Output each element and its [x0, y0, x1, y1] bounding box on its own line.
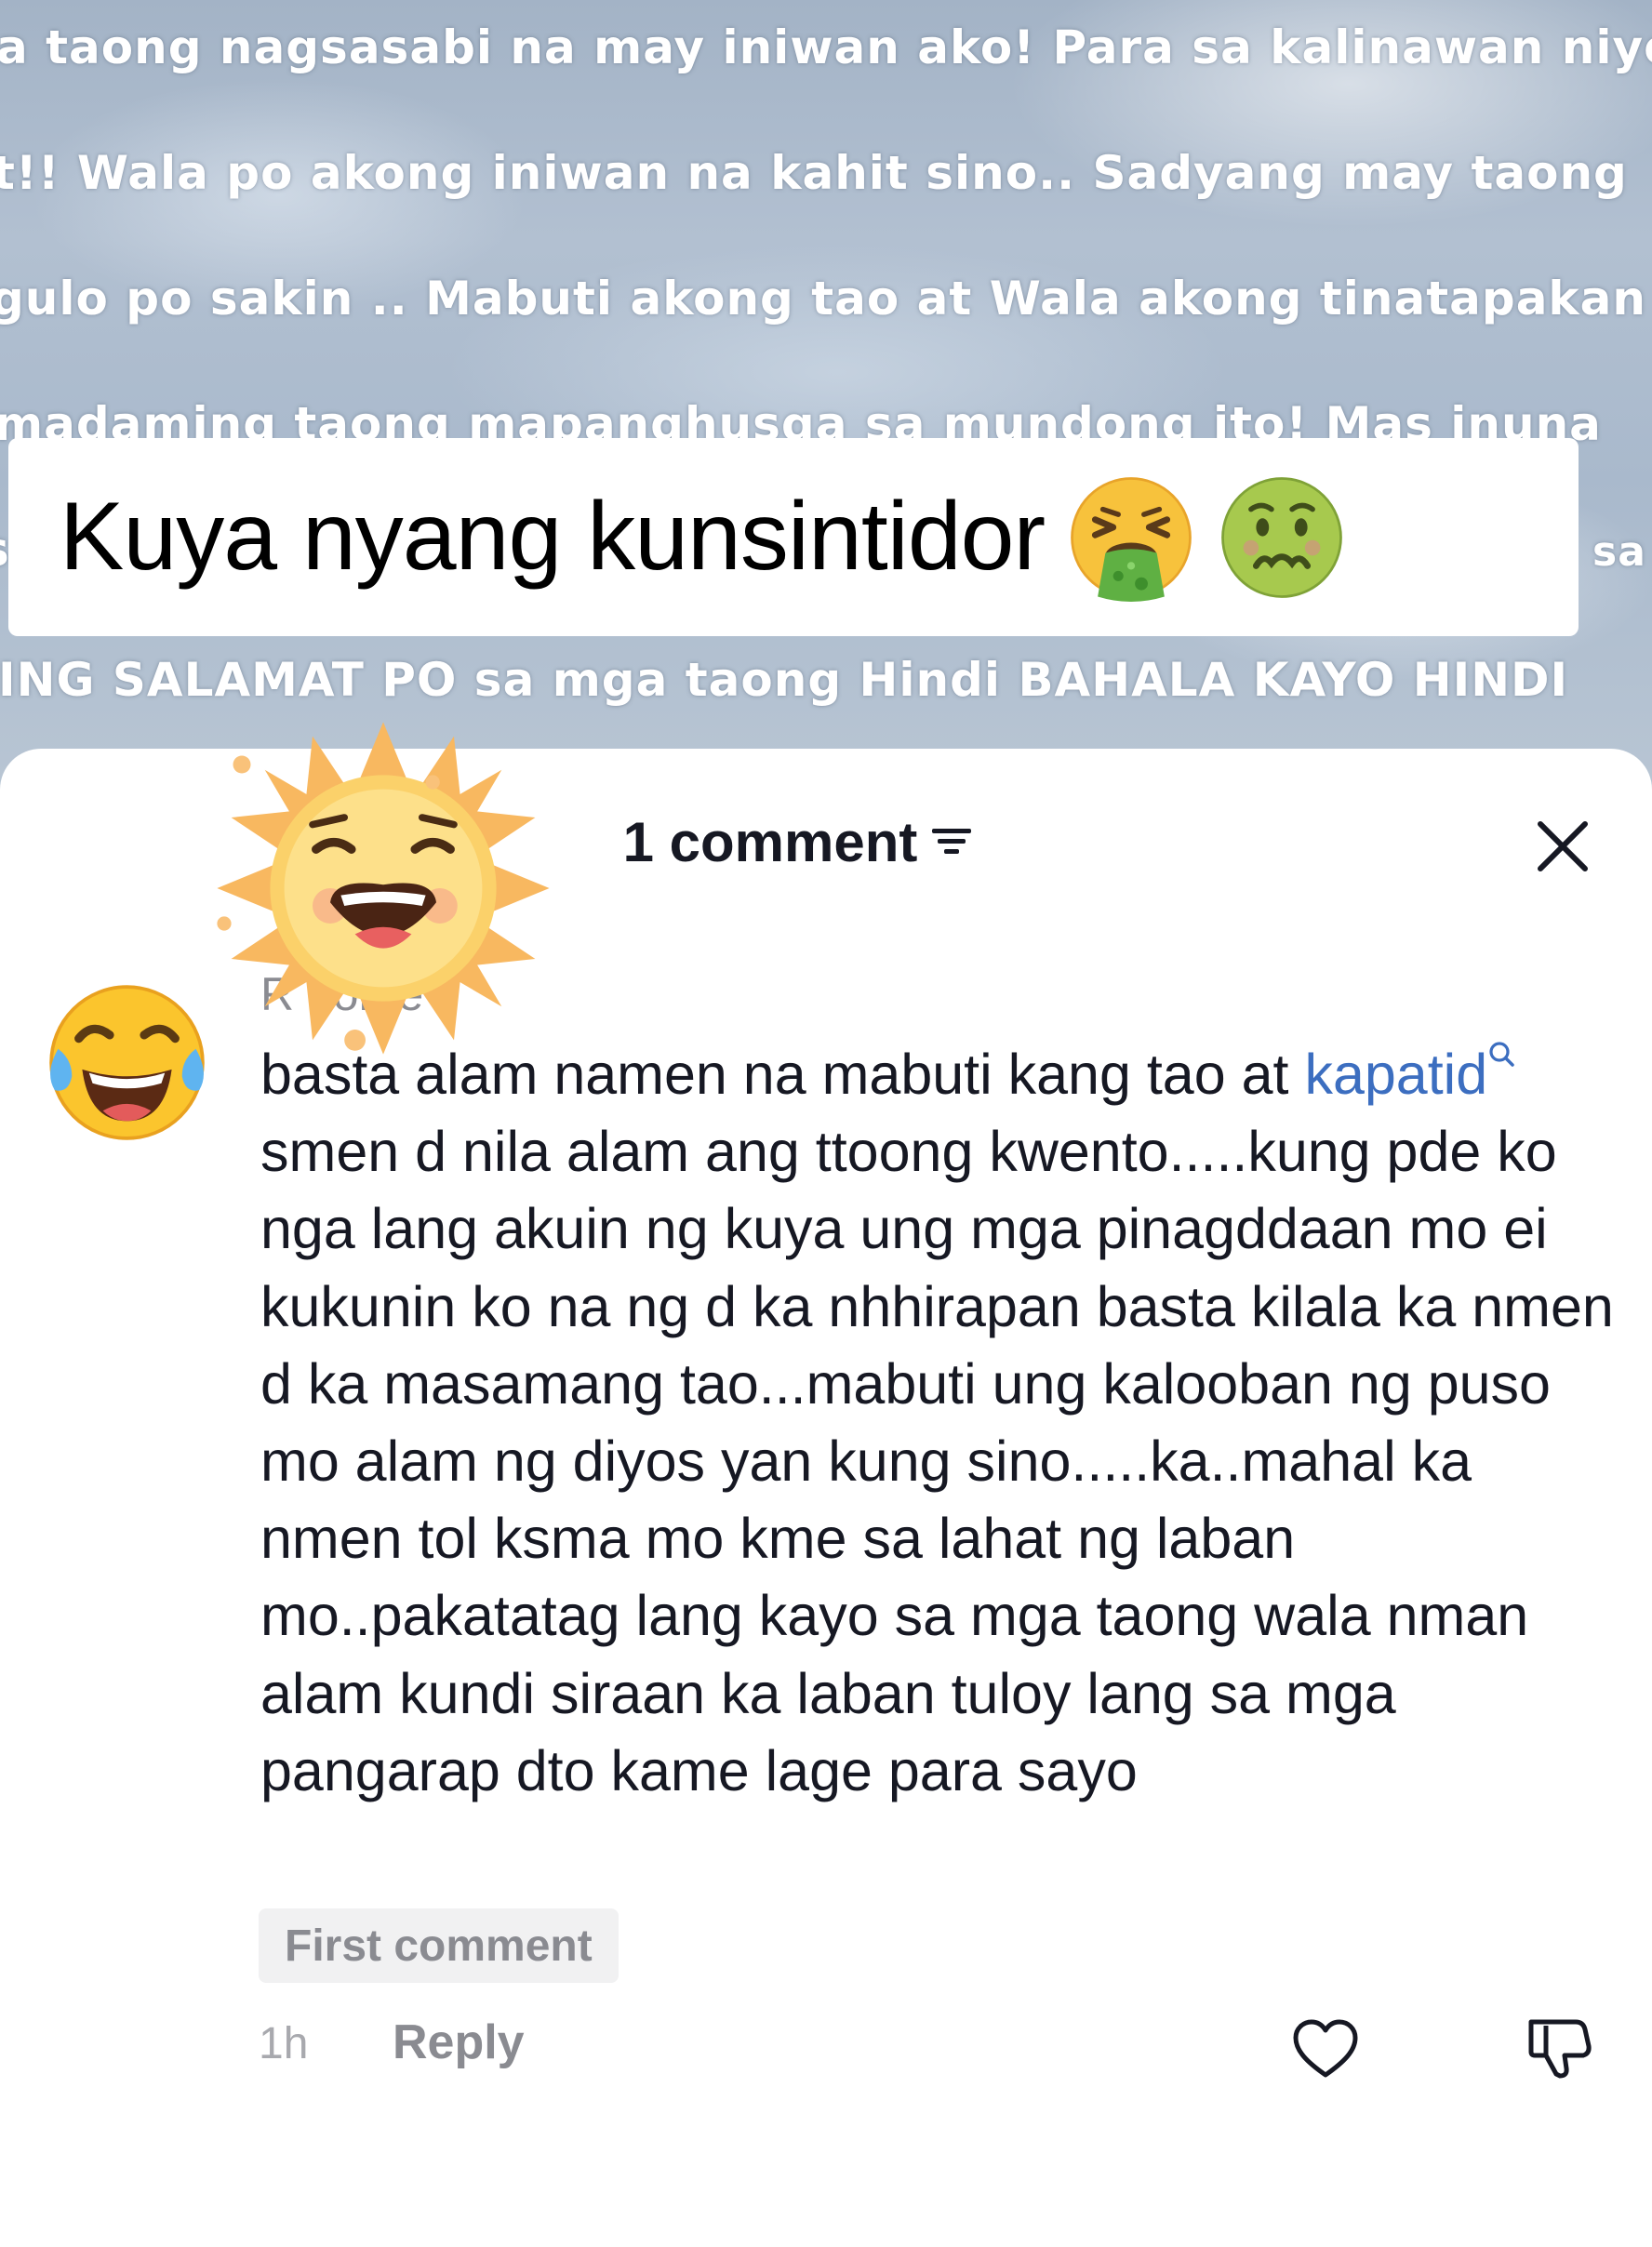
overlay-text-line: t!! Wala po akong iniwan na kahit sino..…	[0, 146, 1628, 200]
reply-button[interactable]: Reply	[393, 2014, 525, 2070]
laughing-sun-sticker	[217, 722, 550, 1055]
comment-text: basta alam namen na mabuti kang tao at k…	[260, 1036, 1619, 1810]
overlay-text-line: a taong nagsasabi na may iniwan ako! Par…	[0, 20, 1652, 74]
comment-time: 1h	[259, 2019, 309, 2068]
video-background: a taong nagsasabi na may iniwan ako! Par…	[0, 0, 1652, 800]
heart-icon[interactable]	[1288, 2012, 1363, 2086]
comment-text-part: smen d nila alam ang ttoong kwento.....k…	[260, 1120, 1614, 1802]
nauseated-face-emoji	[1221, 476, 1343, 598]
search-icon[interactable]	[1487, 1040, 1515, 1071]
comment-text-part: basta alam namen na mabuti kang tao at	[260, 1043, 1305, 1106]
first-comment-badge: First comment	[259, 1908, 619, 1983]
overlay-text-line: gulo po sakin .. Mabuti akong tao at Wal…	[0, 272, 1647, 326]
title-banner: Kuya nyang kunsintidor	[8, 438, 1579, 636]
overlay-text-line: ING SALAMAT PO sa mga taong Hindi BAHALA…	[0, 653, 1569, 707]
vomiting-face-emoji	[1071, 476, 1192, 602]
filter-icon[interactable]	[930, 823, 973, 860]
title-text: Kuya nyang kunsintidor	[60, 483, 1046, 591]
close-icon[interactable]	[1535, 818, 1591, 874]
thumbs-down-icon[interactable]	[1522, 2009, 1596, 2083]
comment-count: 1 comment	[622, 810, 918, 873]
overlay-text-line: sa	[1592, 528, 1646, 576]
close-button[interactable]	[1525, 809, 1600, 884]
mention-link[interactable]: kapatid	[1304, 1043, 1487, 1106]
face-with-tears-of-joy-emoji[interactable]	[41, 977, 213, 1149]
